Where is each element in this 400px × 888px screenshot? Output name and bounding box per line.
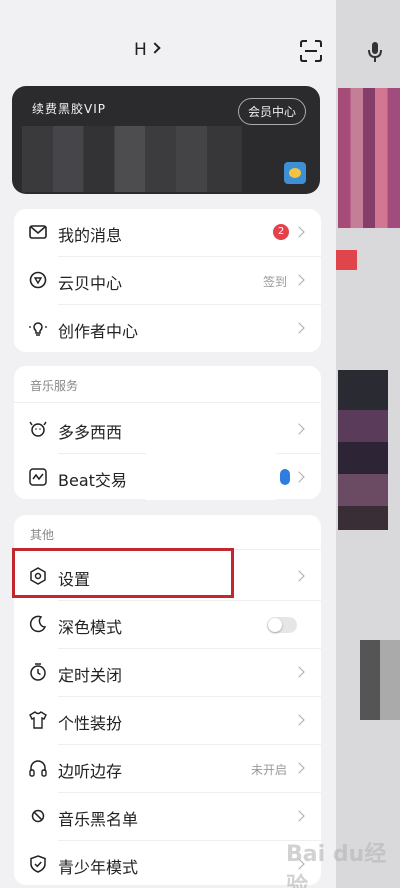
- settings-highlight-box: [12, 548, 234, 598]
- timer-icon: [30, 663, 46, 681]
- chevron-right-icon: [293, 423, 305, 435]
- coin-icon: [29, 271, 47, 289]
- chevron-right-icon: [293, 274, 305, 286]
- redaction-mask: [146, 406, 276, 454]
- menu-item-youth-mode[interactable]: 青少年模式: [14, 841, 321, 888]
- dark-mode-toggle[interactable]: [267, 617, 297, 633]
- bulb-icon: [29, 322, 47, 336]
- mail-icon: [29, 225, 47, 239]
- vip-blurred-content: [22, 126, 242, 192]
- shirt-icon: [29, 711, 47, 729]
- chevron-right-icon: [293, 666, 305, 678]
- chevron-right-icon: [293, 762, 305, 774]
- menu-item-sleep-timer[interactable]: 定时关闭: [14, 649, 321, 696]
- background-mosaic: [360, 640, 400, 720]
- beat-icon: [29, 468, 47, 486]
- microphone-icon[interactable]: [366, 40, 384, 64]
- menu-item-label: 创作者中心: [58, 322, 139, 341]
- menu-item-music-blacklist[interactable]: 音乐黑名单: [14, 793, 321, 840]
- menu-item-cloud-coin[interactable]: 云贝中心 签到: [14, 257, 321, 304]
- vip-card[interactable]: 续费黑胶VIP 会员中心: [12, 86, 320, 194]
- menu-item-label: 多多西西: [58, 423, 123, 442]
- member-center-button[interactable]: 会员中心: [237, 98, 306, 125]
- status-text: 未开启: [250, 763, 287, 777]
- divider: [14, 402, 321, 403]
- vip-title: 续费黑胶VIP: [32, 102, 106, 116]
- account-card: 我的消息 2 云贝中心 签到 创作者中心: [14, 209, 321, 352]
- chevron-right-icon: [293, 471, 305, 483]
- menu-item-label: 我的消息: [58, 226, 123, 245]
- unread-badge: 2: [273, 224, 289, 240]
- menu-item-creator-center[interactable]: 创作者中心: [14, 305, 321, 352]
- chevron-right-icon: [293, 570, 305, 582]
- bee-icon: [284, 162, 306, 184]
- chevron-right-icon: [293, 322, 305, 334]
- cow-icon: [29, 421, 47, 437]
- section-title: 音乐服务: [30, 379, 79, 393]
- chevron-right-icon: [149, 42, 161, 54]
- menu-item-dark-mode[interactable]: 深色模式: [14, 601, 321, 648]
- menu-item-label: 云贝中心: [58, 274, 123, 293]
- chevron-right-icon: [293, 714, 305, 726]
- menu-item-listen-and-save[interactable]: 边听边存 未开启: [14, 745, 321, 792]
- scan-icon[interactable]: [300, 40, 322, 62]
- chevron-right-icon: [293, 810, 305, 822]
- moon-icon: [29, 615, 47, 633]
- sign-in-text[interactable]: 签到: [263, 273, 287, 290]
- new-indicator: [280, 469, 290, 485]
- redaction-mask: [146, 454, 276, 500]
- menu-item-label: 边听边存: [58, 762, 123, 781]
- menu-item-messages[interactable]: 我的消息 2: [14, 209, 321, 256]
- music-service-card: 音乐服务 多多西西 Beat交易: [14, 366, 321, 500]
- menu-item-label: Beat交易: [58, 471, 127, 490]
- headphones-icon: [29, 760, 47, 777]
- user-name[interactable]: H: [134, 40, 161, 60]
- side-drawer: H 续费黑胶VIP 会员中心 我的消息 2 云贝中心 签到 创作者中心 音乐服务…: [0, 0, 336, 888]
- menu-item-label: 音乐黑名单: [58, 810, 139, 829]
- background-mosaic: [338, 370, 388, 530]
- block-icon: [31, 809, 45, 823]
- menu-item-personal-dressup[interactable]: 个性装扮: [14, 697, 321, 744]
- watermark: Bai du经验: [286, 842, 387, 888]
- section-title: 其他: [30, 528, 55, 542]
- background-mosaic: [338, 88, 400, 228]
- chevron-right-icon: [293, 226, 305, 238]
- menu-item-label: 个性装扮: [58, 714, 123, 733]
- shield-icon: [30, 855, 46, 873]
- menu-item-label: 深色模式: [58, 618, 123, 637]
- menu-item-label: 定时关闭: [58, 666, 123, 685]
- menu-item-label: 青少年模式: [58, 858, 139, 877]
